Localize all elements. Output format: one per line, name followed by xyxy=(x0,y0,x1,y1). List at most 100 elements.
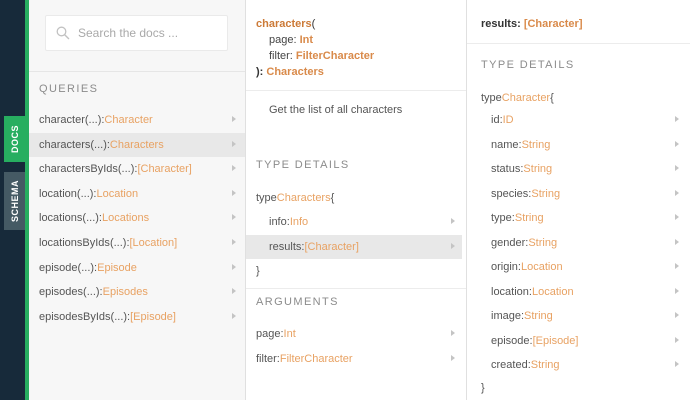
query-name: character xyxy=(39,114,85,126)
type-field-item[interactable]: type: String xyxy=(467,206,690,230)
type-field-item[interactable]: created: String xyxy=(467,353,690,377)
type-detail-column: results: [Character] TYPE DETAILS type C… xyxy=(467,0,690,400)
argument-name: page xyxy=(256,328,281,340)
type-field-item[interactable]: results: [Character] xyxy=(246,234,462,259)
signature-line-1: characters( xyxy=(256,16,374,32)
field-name: type xyxy=(491,212,512,224)
chevron-right-icon xyxy=(675,214,679,220)
query-args: (...) xyxy=(90,138,107,151)
tab-schema-label: SCHEMA xyxy=(9,179,20,223)
type-open-line: type Character { xyxy=(481,86,554,110)
field-type: Location xyxy=(531,285,574,298)
query-item[interactable]: charactersByIds (...): [Character] xyxy=(29,157,245,181)
chevron-right-icon xyxy=(232,312,236,319)
query-name: location xyxy=(39,187,77,200)
argument-type: Int xyxy=(283,328,296,340)
signature-arg-name: filter xyxy=(269,50,290,62)
query-item[interactable]: character (...): Character xyxy=(29,108,245,132)
type-keyword: type xyxy=(256,192,277,204)
query-return-type: Episodes xyxy=(102,286,148,299)
query-return-type: [Location] xyxy=(129,237,178,249)
signature-return-type-link[interactable]: Characters xyxy=(266,66,323,78)
signature-arg-type-link[interactable]: Int xyxy=(300,34,313,46)
chevron-right-icon xyxy=(675,238,679,245)
type-field-item[interactable]: info: Info xyxy=(246,210,462,234)
type-field-item[interactable]: status: String xyxy=(467,157,690,181)
type-field-item[interactable]: episode: [Episode] xyxy=(467,329,690,353)
chevron-right-icon xyxy=(232,214,236,221)
graphql-docs-explorer: DOCS SCHEMA QUERIES character(...): Char… xyxy=(0,0,690,400)
type-field-item[interactable]: image: String xyxy=(467,304,690,328)
field-detail-column: characters( page: Int filter: FilterChar… xyxy=(246,0,467,400)
query-item[interactable]: locations (...): Locations xyxy=(29,206,245,230)
queries-section-title: QUERIES xyxy=(39,83,99,95)
type-name-link[interactable]: Character xyxy=(502,92,550,104)
query-item[interactable]: locationsByIds (...): [Location] xyxy=(29,231,245,255)
query-return-type: [Character] xyxy=(137,163,192,176)
chevron-right-icon xyxy=(675,189,679,196)
type-details-title: TYPE DETAILS xyxy=(481,59,575,71)
signature-field-name: characters xyxy=(256,18,312,30)
field-signature: characters( page: Int filter: FilterChar… xyxy=(256,16,374,80)
chevron-right-icon xyxy=(675,361,679,367)
chevron-right-icon xyxy=(232,239,236,245)
search-icon xyxy=(56,26,70,40)
search-box[interactable] xyxy=(45,15,228,51)
query-args: (...) xyxy=(76,187,94,200)
query-item[interactable]: characters (...): Characters xyxy=(29,132,245,157)
chevron-right-icon xyxy=(451,330,455,336)
signature-arg-type-link[interactable]: FilterCharacter xyxy=(296,50,374,62)
field-name: species xyxy=(491,187,529,200)
chevron-right-icon xyxy=(232,288,236,295)
type-field-item[interactable]: gender: String xyxy=(467,231,690,255)
field-type: [Episode] xyxy=(532,334,579,347)
argument-type: FilterCharacter xyxy=(279,352,353,365)
query-item[interactable]: location (...): Location xyxy=(29,182,245,206)
chevron-right-icon xyxy=(675,116,679,122)
signature-arg: page: Int xyxy=(256,32,374,48)
type-close-brace: } xyxy=(256,265,260,277)
field-header-divider xyxy=(246,90,466,91)
query-item[interactable]: episode (...): Episode xyxy=(29,256,245,280)
type-field-item[interactable]: name: String xyxy=(467,133,690,157)
query-name: characters xyxy=(39,138,91,151)
field-name: location xyxy=(491,285,529,298)
query-item[interactable]: episodes (...): Episodes xyxy=(29,280,245,304)
type-detail-header: results: [Character] xyxy=(481,18,583,30)
query-name: locationsByIds xyxy=(39,237,110,249)
field-name: episode xyxy=(491,334,530,347)
type-field-item[interactable]: origin: Location xyxy=(467,255,690,279)
argument-item[interactable]: filter: FilterCharacter xyxy=(246,347,462,371)
query-return-type: Character xyxy=(104,114,153,126)
type-field-item[interactable]: id: ID xyxy=(467,108,690,132)
tab-schema[interactable]: SCHEMA xyxy=(4,172,25,230)
query-item[interactable]: episodesByIds (...): [Episode] xyxy=(29,305,245,329)
type-detail-header-divider xyxy=(467,43,690,44)
header-type-link[interactable]: [Character] xyxy=(524,18,583,30)
type-name-link[interactable]: Characters xyxy=(277,192,331,204)
chevron-right-icon xyxy=(675,336,679,343)
query-name: episodes xyxy=(39,286,84,299)
field-name: id xyxy=(491,114,500,126)
arguments-divider xyxy=(246,288,466,289)
header-sep: : xyxy=(517,18,524,30)
field-name: results xyxy=(269,240,302,253)
chevron-right-icon xyxy=(232,116,236,122)
query-args: (...) xyxy=(83,286,100,299)
chevron-right-icon xyxy=(675,263,679,269)
chevron-right-icon xyxy=(451,242,455,249)
type-field-item[interactable]: location: Location xyxy=(467,280,690,304)
field-type: Location xyxy=(520,261,563,273)
signature-open-paren: ( xyxy=(311,18,316,30)
query-args: (...) xyxy=(109,237,127,249)
query-return-type: [Episode] xyxy=(130,310,176,323)
type-field-item[interactable]: species: String xyxy=(467,182,690,206)
signature-arg: filter: FilterCharacter xyxy=(256,48,374,64)
signature-close: ): xyxy=(256,66,267,78)
argument-item[interactable]: page: Int xyxy=(246,322,462,346)
field-type: String xyxy=(530,359,560,371)
field-name: status xyxy=(491,163,521,175)
tab-docs[interactable]: DOCS xyxy=(4,116,25,162)
chevron-right-icon xyxy=(232,189,236,196)
search-input[interactable] xyxy=(78,26,218,40)
